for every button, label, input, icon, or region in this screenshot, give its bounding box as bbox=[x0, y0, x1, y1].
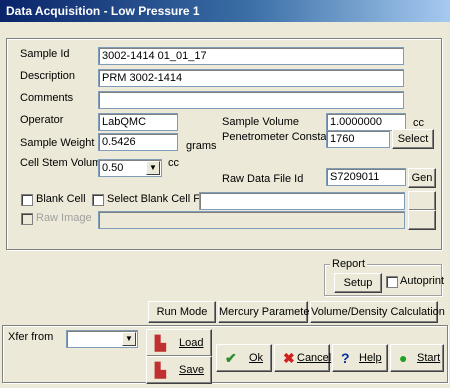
sample-volume-unit: cc bbox=[413, 117, 424, 129]
chevron-down-icon[interactable]: ▼ bbox=[122, 332, 136, 346]
sample-weight-input[interactable]: 0.5426 bbox=[98, 133, 178, 151]
select-button[interactable]: Select bbox=[392, 129, 434, 149]
load-icon: ▙ bbox=[155, 335, 166, 351]
blank-cell-checkbox[interactable] bbox=[21, 194, 33, 206]
raw-data-file-id-input[interactable]: S7209011 bbox=[326, 168, 406, 186]
cell-stem-volume-unit: cc bbox=[168, 157, 179, 169]
autoprint-checkbox[interactable] bbox=[386, 276, 398, 288]
mercury-parameters-button[interactable]: Mercury Parameters bbox=[218, 301, 319, 323]
select-blank-cell-file-label: Select Blank Cell File bbox=[107, 193, 211, 205]
close-icon: ✖ bbox=[283, 350, 295, 366]
blank-cell-browse-button[interactable] bbox=[408, 191, 436, 211]
xfer-from-select[interactable]: ▼ bbox=[66, 330, 138, 348]
sample-weight-label: Sample Weight bbox=[20, 137, 95, 149]
operator-input[interactable]: LabQMC bbox=[98, 113, 178, 131]
description-input[interactable]: PRM 3002-1414 bbox=[98, 69, 404, 87]
cancel-button[interactable]: ✖ Cancel bbox=[274, 344, 331, 372]
operator-label: Operator bbox=[20, 114, 64, 126]
question-icon: ? bbox=[341, 350, 350, 366]
chevron-down-icon[interactable]: ▼ bbox=[146, 161, 160, 175]
sample-weight-unit: grams bbox=[186, 140, 217, 152]
cell-stem-volume-value: 0.50 bbox=[102, 162, 124, 174]
raw-data-file-id-label: Raw Data File Id bbox=[222, 173, 304, 185]
load-button[interactable]: ▙ Load bbox=[146, 329, 212, 357]
raw-image-input bbox=[98, 211, 405, 229]
blank-cell-label: Blank Cell bbox=[36, 193, 86, 205]
checkmark-icon: ✔ bbox=[225, 350, 237, 366]
start-icon: ● bbox=[399, 350, 408, 366]
raw-image-label: Raw Image bbox=[36, 212, 92, 224]
setup-button[interactable]: Setup bbox=[334, 273, 382, 293]
penetrometer-constant-label: Penetrometer Constant bbox=[222, 131, 336, 143]
start-button[interactable]: ● Start bbox=[390, 344, 444, 372]
volume-density-button[interactable]: Volume/Density Calculation bbox=[310, 301, 445, 323]
cell-stem-volume-select[interactable]: 0.50 ▼ bbox=[98, 159, 162, 177]
raw-image-browse-button bbox=[408, 210, 436, 230]
autoprint-label: Autoprint bbox=[400, 275, 445, 287]
save-icon: ▙ bbox=[155, 362, 166, 378]
ok-button[interactable]: ✔ Ok bbox=[216, 344, 272, 372]
blank-cell-file-input[interactable] bbox=[199, 192, 405, 210]
cell-stem-volume-label: Cell Stem Volume bbox=[20, 157, 108, 169]
sample-id-input[interactable]: 3002-1414 01_01_17 bbox=[98, 47, 404, 65]
dialog-window: Data Acquisition - Low Pressure 1 Sample… bbox=[0, 0, 450, 388]
raw-image-checkbox bbox=[21, 213, 33, 225]
comments-input[interactable] bbox=[98, 91, 404, 109]
gen-button[interactable]: Gen bbox=[408, 168, 436, 188]
report-label: Report bbox=[330, 258, 368, 270]
sample-volume-label: Sample Volume bbox=[222, 116, 300, 128]
description-label: Description bbox=[20, 70, 76, 82]
window-title: Data Acquisition - Low Pressure 1 bbox=[0, 0, 450, 22]
save-button[interactable]: ▙ Save bbox=[146, 356, 212, 384]
xfer-from-label: Xfer from bbox=[8, 331, 54, 343]
select-blank-cell-file-checkbox[interactable] bbox=[92, 194, 104, 206]
comments-label: Comments bbox=[20, 92, 74, 104]
penetrometer-constant-input[interactable]: 1760 bbox=[326, 130, 390, 148]
sample-id-label: Sample Id bbox=[20, 48, 70, 60]
help-button[interactable]: ? Help bbox=[332, 344, 388, 372]
run-mode-button[interactable]: Run Mode bbox=[148, 301, 216, 323]
